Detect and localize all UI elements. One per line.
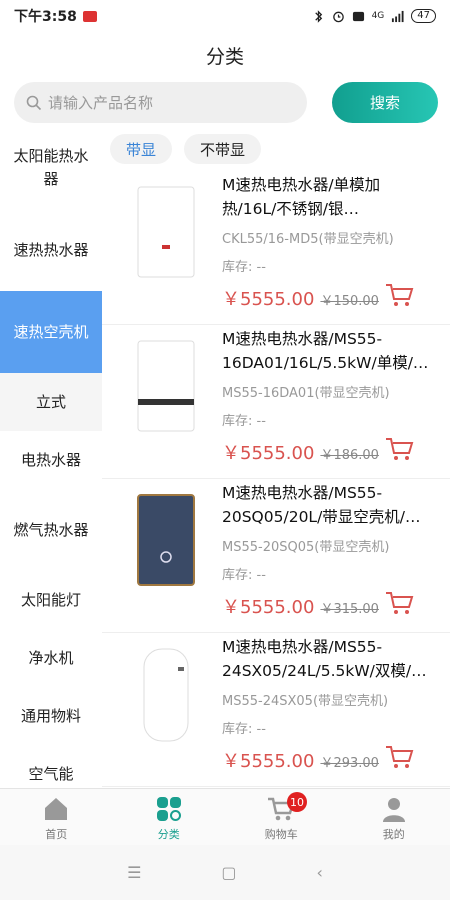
product-price: ￥5555.00 [222,597,315,618]
product-stock: 库存: -- [222,260,266,275]
nav-profile[interactable]: 我的 [338,789,450,845]
product-name: M速热电热水器/MS55-24SX05/24L/5.5kW/双模/… [222,638,427,680]
product-list-panel: 带显 不带显 M速热电热水器/单模加热/16L/不锈钢/银… CKL55/16-… [102,127,450,788]
home-icon [45,798,68,820]
product-price: ￥5555.00 [222,443,315,464]
bluetooth-icon [314,9,322,23]
product-item[interactable]: M速热电热水器/单模加热/16L/不锈钢/银… CKL55/16-MD5(带显空… [102,171,450,325]
sidebar-item-solar-lamp[interactable]: 太阳能灯 [0,571,102,629]
profile-icon [382,798,405,822]
search-box[interactable] [14,82,307,123]
alarm-icon [332,11,344,22]
back-icon[interactable]: ‹ [317,863,323,882]
product-original-price: ￥293.00 [320,756,379,771]
product-item[interactable]: M速热电热水器/MS55-24SX05/24L/5.5kW/双模/… MS55-… [102,633,450,787]
filter-chip-with-display[interactable]: 带显 [110,134,173,164]
product-price: ￥5555.00 [222,751,315,772]
product-image [137,494,195,586]
add-to-cart-icon[interactable] [385,590,415,616]
product-image [137,340,195,432]
nav-cart[interactable]: 购物车 10 [225,789,338,845]
add-to-cart-icon[interactable] [385,436,415,462]
sidebar-item-solar-water-heater[interactable]: 太阳能热水器 [0,127,102,209]
add-to-cart-icon[interactable] [385,282,415,308]
page-title: 分类 [0,32,450,82]
product-original-price: ￥150.00 [320,294,379,309]
status-time: 下午3:58 [14,9,77,25]
nav-home-label: 首页 [45,828,68,841]
add-to-cart-icon[interactable] [385,744,415,770]
signal-icon [392,10,404,22]
product-code: MS55-16DA01(带显空壳机) [222,386,390,401]
search-button[interactable]: 搜索 [332,82,438,123]
sidebar-item-instant-heater[interactable]: 速热热水器 [0,209,102,291]
search-input[interactable] [48,93,288,112]
product-code: MS55-24SX05(带显空壳机) [222,694,389,709]
product-item[interactable]: M速热电热水器/MS55-20SQ05/20L/带显空壳机/… MS55-20S… [102,479,450,633]
sidebar-item-electric-heater[interactable]: 电热水器 [0,431,102,489]
product-stock: 库存: -- [222,568,266,583]
product-code: MS55-20SQ05(带显空壳机) [222,540,390,555]
search-row: 搜索 [0,82,450,127]
search-icon [26,95,42,110]
network-type: 4G [371,11,385,21]
menu-icon[interactable]: ☰ [127,863,141,882]
sidebar-item-water-purifier[interactable]: 净水机 [0,629,102,687]
product-stock: 库存: -- [222,722,266,737]
product-original-price: ￥186.00 [320,448,379,463]
bottom-nav: 首页 分类 购物车 10 我的 [0,788,450,845]
status-icons: 4G 47 [312,9,436,23]
status-bar: 下午3:58 4G 47 [0,0,450,32]
sidebar-item-gas-heater[interactable]: 燃气热水器 [0,489,102,571]
product-image [137,186,195,278]
cart-count-badge: 10 [287,792,307,812]
notification-icon [82,10,97,22]
product-price: ￥5555.00 [222,289,315,310]
product-image [143,648,189,742]
nav-cart-label: 购物车 [264,828,298,841]
hd-icon [352,11,364,21]
product-stock: 库存: -- [222,414,266,429]
nav-home[interactable]: 首页 [0,789,113,845]
system-nav-bar: ☰ ▢ ‹ [0,845,450,900]
sidebar-item-general-materials[interactable]: 通用物料 [0,687,102,745]
battery-indicator: 47 [411,9,436,23]
filter-row: 带显 不带显 [102,127,450,171]
product-name: M速热电热水器/MS55-20SQ05/20L/带显空壳机/… [222,484,421,526]
product-code: CKL55/16-MD5(带显空壳机) [222,232,394,247]
product-name: M速热电热水器/单模加热/16L/不锈钢/银… [222,176,381,218]
filter-chip-without-display[interactable]: 不带显 [184,134,262,164]
nav-category[interactable]: 分类 [113,789,226,845]
sidebar-item-instant-shell[interactable]: 速热空壳机 [0,291,102,373]
product-item[interactable]: M速热电热水器/MS55-16DA01/16L/5.5kW/单模/… MS55-… [102,325,450,479]
home-square-icon[interactable]: ▢ [221,863,236,882]
product-original-price: ￥315.00 [320,602,379,617]
product-name: M速热电热水器/MS55-16DA01/16L/5.5kW/单模/… [222,330,429,372]
nav-profile-label: 我的 [382,828,405,841]
category-icon [156,797,181,821]
sidebar-item-air-energy[interactable]: 空气能 [0,745,102,788]
category-sidebar: 太阳能热水器 速热热水器 速热空壳机 立式 电热水器 燃气热水器 太阳能灯 净水… [0,127,102,788]
nav-category-label: 分类 [157,828,180,841]
sidebar-subitem-vertical[interactable]: 立式 [0,373,102,431]
